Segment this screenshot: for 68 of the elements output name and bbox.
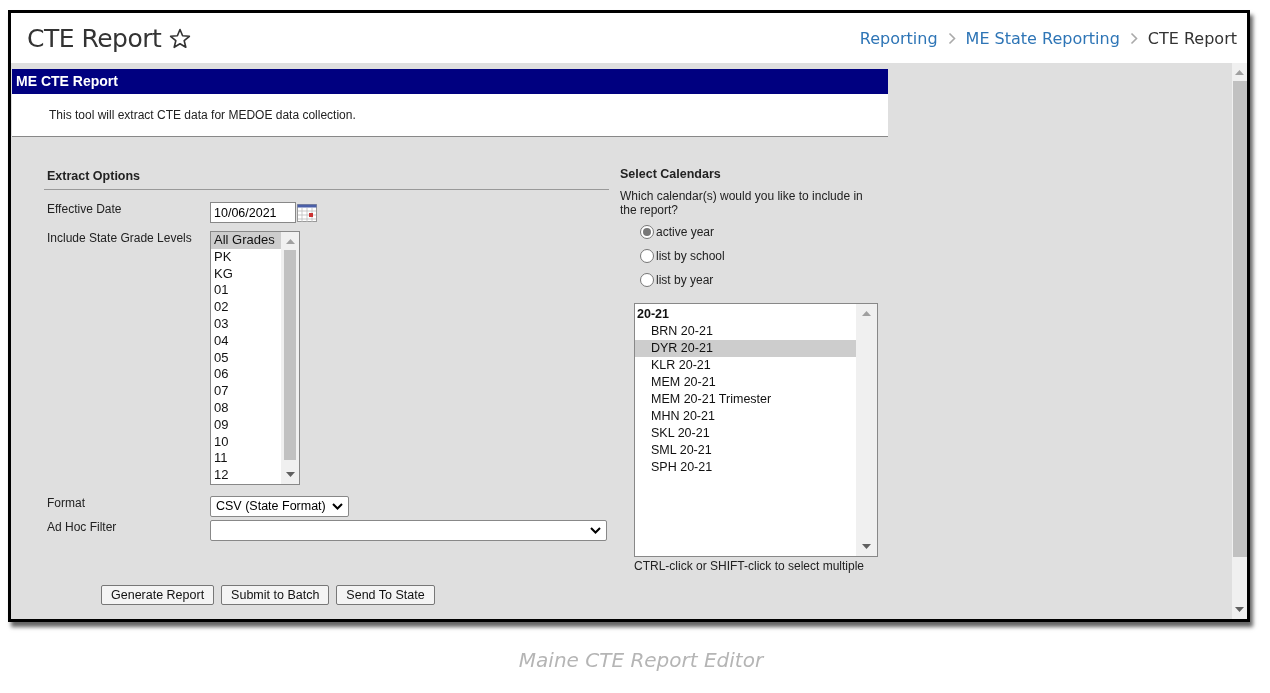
list-option[interactable]: 03 bbox=[211, 316, 281, 333]
scrollbar-thumb[interactable] bbox=[284, 250, 296, 460]
list-option[interactable]: BRN 20-21 bbox=[635, 323, 856, 340]
breadcrumb-current: CTE Report bbox=[1147, 28, 1237, 48]
radio-button[interactable] bbox=[640, 273, 654, 287]
list-option[interactable]: 09 bbox=[211, 416, 281, 434]
action-button[interactable]: Submit to Batch bbox=[221, 584, 330, 605]
list-option[interactable]: MHN 20-21 bbox=[635, 408, 856, 425]
calendar-icon[interactable] bbox=[297, 203, 317, 222]
format-dropdown[interactable]: CSV (State Format) bbox=[210, 495, 349, 517]
list-option[interactable]: All Grades bbox=[211, 232, 281, 249]
scroll-up-icon[interactable] bbox=[862, 310, 871, 316]
list-option[interactable]: KG bbox=[211, 265, 281, 283]
report-description: This tool will extract CTE data for MEDOE data collection. bbox=[49, 108, 356, 122]
field-label: Ad Hoc Filter bbox=[47, 519, 117, 534]
calendar-list[interactable]: 20-21 BRN 20-21 DYR 20-21 KLR 20-21 MEM 20-21 MEM 20-21 Trimester MHN 20-21 SKL 20-21 SML 20-21 SPH 20-21 bbox=[634, 303, 878, 557]
radio-label: list by year bbox=[656, 273, 714, 287]
breadcrumb-link[interactable]: ME State Reporting bbox=[965, 28, 1120, 48]
action-button[interactable]: Send To State bbox=[336, 584, 435, 605]
date-field[interactable]: 10/06/2021 bbox=[210, 202, 296, 223]
section-heading: Extract Options bbox=[44, 169, 609, 190]
list-option[interactable]: SKL 20-21 bbox=[635, 425, 856, 442]
scroll-down-icon[interactable] bbox=[862, 544, 871, 550]
report-title-bar: ME CTE Report bbox=[12, 69, 888, 94]
radio-button[interactable] bbox=[640, 249, 654, 263]
list-option[interactable]: SPH 20-21 bbox=[635, 459, 856, 476]
radio-button[interactable] bbox=[640, 225, 654, 239]
star-icon[interactable] bbox=[169, 27, 192, 49]
field-label: Effective Date bbox=[47, 202, 122, 216]
radio-label: active year bbox=[656, 225, 715, 239]
filter-dropdown[interactable] bbox=[210, 519, 607, 541]
field-label: Format bbox=[47, 495, 85, 510]
radio-label: list by school bbox=[656, 249, 725, 263]
list-option[interactable]: SML 20-21 bbox=[635, 442, 856, 459]
list-option[interactable]: 12 bbox=[211, 467, 281, 484]
scroll-up-icon[interactable] bbox=[1235, 69, 1244, 75]
list-option[interactable]: 01 bbox=[211, 282, 281, 300]
list-option[interactable]: KLR 20-21 bbox=[635, 357, 856, 374]
list-option[interactable]: 08 bbox=[211, 399, 281, 417]
list-option[interactable]: PK bbox=[211, 248, 281, 266]
chevron-right-icon bbox=[947, 31, 956, 45]
list-option[interactable]: DYR 20-21 bbox=[635, 340, 856, 357]
scroll-down-icon[interactable] bbox=[285, 471, 295, 478]
list-option[interactable]: 07 bbox=[211, 383, 281, 400]
grade-list[interactable]: All Grades PK KG 01 02 03 04 05 06 07 08 09 10 11 12 bbox=[210, 231, 300, 485]
breadcrumb-link[interactable]: Reporting bbox=[859, 28, 938, 48]
list-option[interactable]: 05 bbox=[211, 349, 281, 367]
list-option[interactable]: MEM 20-21 Trimester bbox=[635, 391, 856, 408]
caption: Maine CTE Report Editor bbox=[518, 648, 764, 672]
list-option[interactable]: MEM 20-21 bbox=[635, 374, 856, 391]
list-option[interactable]: 04 bbox=[211, 332, 281, 350]
field-label: Include State Grade Levels bbox=[47, 231, 192, 245]
list-option[interactable]: 11 bbox=[211, 450, 281, 468]
action-button[interactable]: Generate Report bbox=[101, 584, 215, 605]
list-option[interactable]: 10 bbox=[211, 433, 281, 451]
list-group: 20-21 bbox=[635, 306, 856, 323]
chevron-down-icon bbox=[331, 502, 343, 510]
scrollbar-thumb[interactable] bbox=[1232, 81, 1247, 557]
chevron-down-icon bbox=[590, 526, 601, 534]
hint-text: CTRL-click or SHIFT-click to select multiple bbox=[634, 559, 866, 573]
page-title: CTE Report bbox=[27, 23, 162, 53]
list-option[interactable]: 06 bbox=[211, 366, 281, 384]
list-option[interactable]: 02 bbox=[211, 299, 281, 316]
question-text: Which calendar(s) would you like to include in the report? bbox=[620, 189, 864, 217]
scroll-down-icon[interactable] bbox=[1235, 607, 1244, 613]
scroll-up-icon[interactable] bbox=[285, 238, 295, 244]
chevron-right-icon bbox=[1129, 31, 1138, 45]
section-heading: Select Calendars bbox=[620, 167, 722, 181]
